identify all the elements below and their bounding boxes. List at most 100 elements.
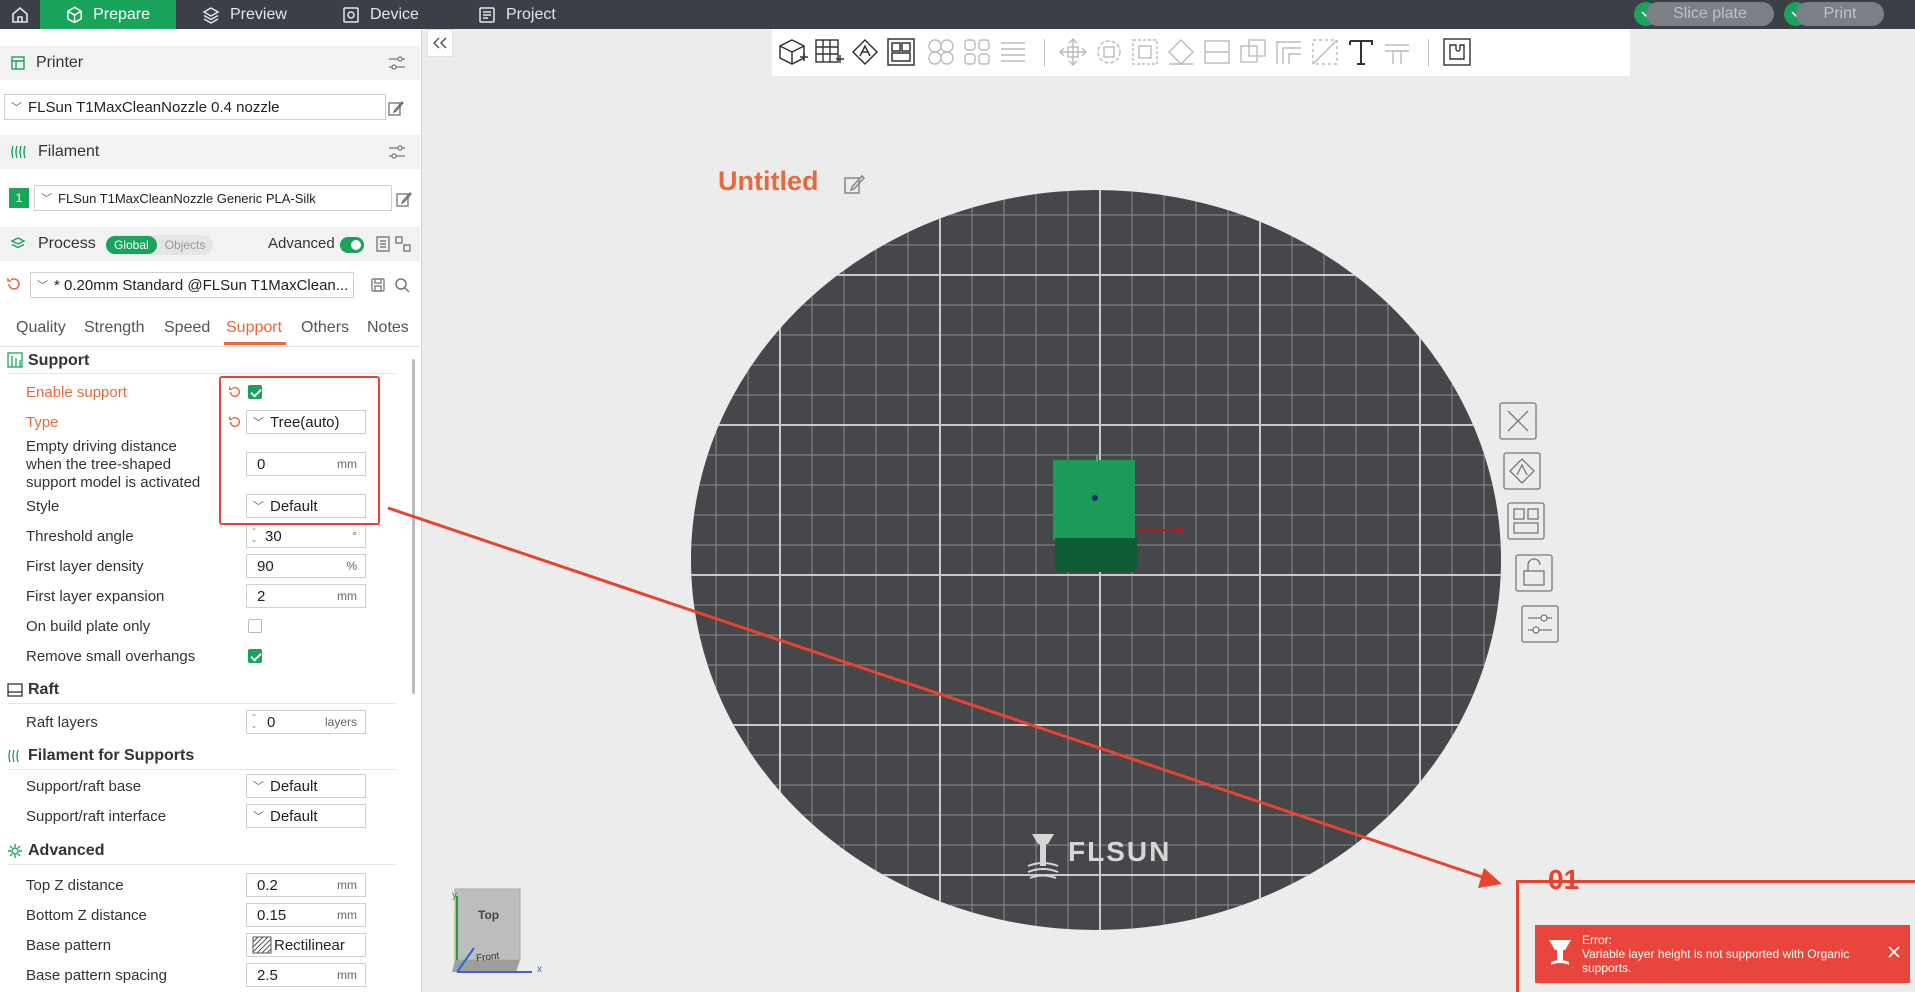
filament-preset-select[interactable]: ﹀ FLSun T1MaxCleanNozzle Generic PLA-Sil… [34,185,392,211]
seam-painting-icon[interactable] [1310,37,1340,67]
viewport-toolbar [772,29,1630,76]
support-raft-interface-label: Support/raft interface [26,808,167,825]
add-object-icon[interactable] [778,37,808,67]
process-section-title: Process [38,235,96,252]
split-objects-icon[interactable] [926,37,956,67]
tab-strength[interactable]: Strength [84,319,144,337]
reset-icon[interactable] [6,276,22,292]
empty-driving-label-line2: when the tree-shaped [26,456,172,473]
arrange-icon[interactable] [886,37,916,67]
settings-sliders-icon[interactable] [388,55,406,71]
lay-on-face-icon[interactable] [1166,37,1196,67]
mesh-boolean-icon[interactable] [1238,37,1268,67]
tab-device[interactable]: Device [316,0,445,29]
raft-layers-input[interactable]: ⌃ ⌄ 0 layers [246,710,366,734]
base-pattern-select[interactable]: Rectilinear [246,933,366,957]
scale-icon[interactable] [1130,37,1160,67]
threshold-angle-input[interactable]: ⌃ ⌄ 30 ° [246,524,366,548]
cube-icon [67,6,82,23]
slice-plate-label: Slice plate [1673,5,1747,22]
printer-preset-select[interactable]: ﹀ FLSun T1MaxCleanNozzle 0.4 nozzle [4,94,386,120]
settings-sliders-icon[interactable] [388,144,406,160]
layers-icon [202,6,220,24]
remove-small-overhangs-label: Remove small overhangs [26,648,196,665]
remove-small-overhangs-checkbox[interactable] [248,649,262,663]
filament-slot-number: 1 [15,191,23,205]
base-pattern-spacing-label: Base pattern spacing [26,967,167,984]
view-navigation-cube[interactable] [452,886,544,976]
top-z-distance-label: Top Z distance [26,877,124,894]
rotate-icon[interactable] [1094,37,1124,67]
printer-nozzle-icon [1549,940,1571,965]
tab-notes[interactable]: Notes [367,319,409,337]
edit-title-icon[interactable] [843,173,865,195]
add-plate-grid-icon[interactable] [814,37,844,67]
auto-orient-icon[interactable] [850,37,880,67]
print-button[interactable]: Print [1796,2,1884,26]
raft-icon [7,683,23,697]
measure-icon[interactable] [1382,37,1412,67]
plate-settings-icon[interactable] [1520,604,1560,644]
search-icon[interactable] [394,277,410,293]
chevron-down-icon: ﹀ [41,193,52,205]
objects-option[interactable]: Objects [157,236,214,254]
slice-plate-button[interactable]: Slice plate [1646,2,1774,26]
chevron-down-icon: ﹀ [37,280,48,292]
lock-plate-icon[interactable] [1514,553,1554,593]
build-plate-only-checkbox[interactable] [248,619,262,633]
project-icon [479,6,495,23]
support-group-title: Support [28,352,90,369]
chevron-down-icon: ﹀ [11,102,22,114]
first-layer-expansion-input[interactable]: 2 mm [246,584,366,608]
raft-layers-value: 0 [267,713,276,731]
top-z-distance-input[interactable]: 0.2 mm [246,873,366,897]
edit-icon[interactable] [388,100,404,116]
filament-supports-group-title: Filament for Supports [28,747,195,764]
tab-speed[interactable]: Speed [164,319,210,337]
home-button[interactable] [0,0,40,29]
cut-icon[interactable] [1202,37,1232,67]
tab-preview[interactable]: Preview [176,0,313,29]
process-scope-toggle[interactable]: Global Objects [106,235,214,255]
global-option[interactable]: Global [106,236,157,254]
support-raft-interface-select[interactable]: ﹀ Default [246,804,366,828]
advanced-switch[interactable] [340,237,364,253]
stepper-arrows-icon[interactable]: ⌃ ⌄ [247,528,261,544]
delete-plate-icon[interactable] [1498,401,1538,441]
collapse-panel-button[interactable] [427,29,453,57]
raft-group-title: Raft [28,681,60,698]
move-icon[interactable] [1058,37,1088,67]
arrange-plate-icon[interactable] [1506,501,1546,541]
base-pattern-spacing-input[interactable]: 2.5 mm [246,963,366,987]
assembly-view-icon[interactable] [1442,37,1472,67]
support-painting-icon[interactable] [1274,37,1304,67]
edit-icon[interactable] [396,191,412,207]
split-parts-icon[interactable] [962,37,992,67]
bottom-z-distance-input[interactable]: 0.15 mm [246,903,366,927]
text-icon[interactable] [1346,37,1376,67]
compare-icon[interactable] [376,235,412,253]
close-icon[interactable] [1887,945,1901,959]
layers-editing-icon[interactable] [998,37,1028,67]
base-pattern-label: Base pattern [26,937,112,954]
support-raft-base-select[interactable]: ﹀ Default [246,774,366,798]
save-icon[interactable] [370,277,386,293]
raft-layers-label: Raft layers [26,714,98,731]
first-layer-expansion-unit: mm [337,589,357,603]
filament-slot-badge[interactable]: 1 [9,188,29,208]
process-preset-select[interactable]: ﹀ * 0.20mm Standard @FLSun T1MaxClean... [30,272,354,298]
tab-support[interactable]: Support [226,319,282,337]
chevron-down-icon: ﹀ [253,781,264,793]
tab-project[interactable]: Project [452,0,582,29]
first-layer-density-input[interactable]: 90 % [246,554,366,578]
stepper-arrows-icon[interactable]: ⌃ ⌄ [247,714,261,730]
orient-plate-icon[interactable] [1502,451,1542,491]
tab-quality[interactable]: Quality [16,319,66,337]
tab-prepare[interactable]: Prepare [40,0,176,29]
project-title: Untitled [718,166,819,196]
tab-others[interactable]: Others [301,319,349,337]
threshold-angle-unit: ° [352,529,357,543]
layers-icon [10,237,26,249]
first-layer-expansion-value: 2 [257,587,266,605]
rectilinear-pattern-icon [252,936,272,954]
